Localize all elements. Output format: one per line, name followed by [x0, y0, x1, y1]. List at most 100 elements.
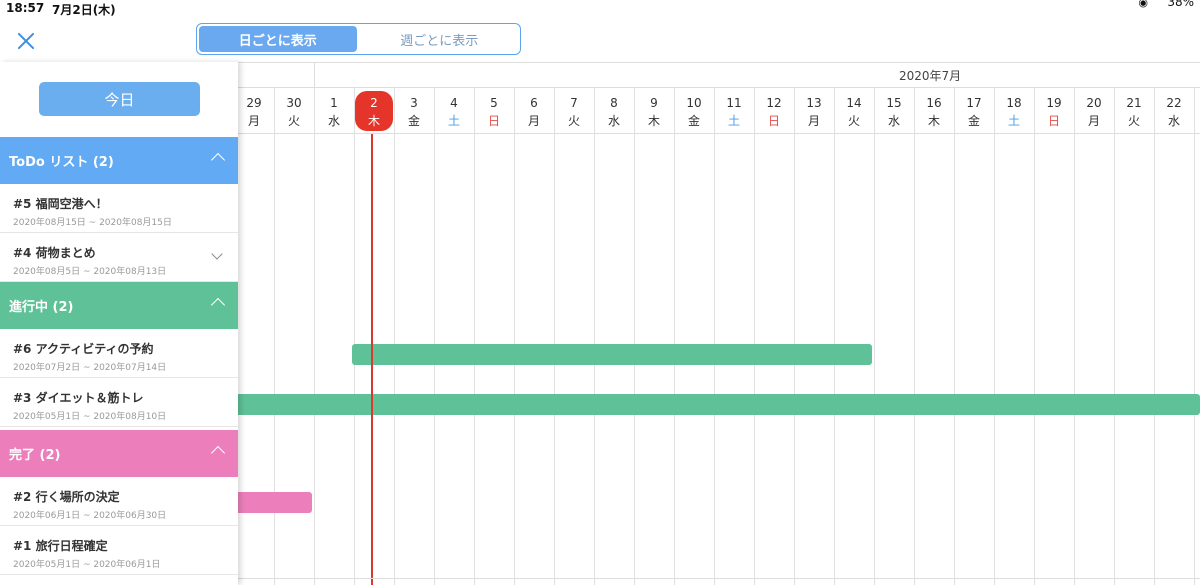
day-weekday: 木 [927, 114, 940, 128]
grid-column-line [394, 88, 395, 585]
day-number: 14 [846, 96, 862, 110]
task-bar-2[interactable] [234, 492, 312, 513]
grid-column-line [834, 88, 835, 585]
day-cell: 3金 [394, 88, 434, 134]
grid-column-line [914, 88, 915, 585]
group-header-in-progress[interactable]: 進行中 (2) [0, 282, 238, 329]
task-date-range: 2020年08月5日 ~ 2020年08月13日 [13, 267, 167, 277]
day-cell: 14 火 [834, 88, 874, 134]
grid-column-line [874, 88, 875, 585]
day-cell: 16 木 [914, 88, 954, 134]
task-bar-3[interactable] [234, 394, 1200, 415]
grid-column-line [674, 88, 675, 585]
day-cell: 19 日 [1034, 88, 1074, 134]
day-weekday: 日 [1047, 114, 1060, 128]
chevron-up-icon [210, 297, 226, 313]
day-weekday: 火 [287, 114, 300, 128]
segment-daily[interactable]: 日ごとに表示 [199, 26, 357, 52]
grid-column-line [1194, 88, 1195, 585]
grid-column-line [714, 88, 715, 585]
task-title: #2 行く場所の決定 [13, 490, 120, 504]
day-number: 13 [806, 96, 822, 110]
day-number: 20 [1086, 96, 1102, 110]
task-title: #3 ダイエット＆筋トレ [13, 391, 144, 405]
day-number: 15 [886, 96, 902, 110]
day-number: 6 [530, 96, 538, 110]
day-weekday: 火 [1127, 114, 1140, 128]
day-number: 9 [650, 96, 658, 110]
day-weekday: 土 [727, 114, 740, 128]
grid-column-line [954, 88, 955, 585]
day-cell: 8水 [594, 88, 634, 134]
task-sidebar: 今日 ToDo リスト (2) #5 福岡空港へ！ 2020年08月15日 ~ … [0, 62, 238, 585]
grid-column-line [434, 88, 435, 585]
grid-column-line [554, 88, 555, 585]
chevron-down-icon[interactable] [211, 248, 223, 260]
grid-column-line [634, 88, 635, 585]
day-weekday: 月 [1087, 114, 1100, 128]
day-cell: 30 火 [274, 88, 314, 134]
chevron-up-icon [210, 445, 226, 461]
group-header-done[interactable]: 完了 (2) [0, 430, 238, 477]
segment-weekly[interactable]: 週ごとに表示 [359, 24, 521, 54]
day-number: 3 [410, 96, 418, 110]
day-weekday: 木 [647, 114, 660, 128]
day-cell: 29 月 [234, 88, 274, 134]
task-bar-6[interactable] [352, 344, 872, 365]
grid-column-line [1074, 88, 1075, 585]
day-weekday: 水 [887, 114, 900, 128]
day-cell: 21 火 [1114, 88, 1154, 134]
grid-column-line [754, 88, 755, 585]
group-label-done: 完了 (2) [9, 448, 61, 463]
grid-column-line [314, 88, 315, 585]
day-cell: 7火 [554, 88, 594, 134]
today-button[interactable]: 今日 [39, 82, 200, 116]
chevron-up-icon [210, 152, 226, 168]
task-date-range: 2020年07月2日 ~ 2020年07月14日 [13, 363, 167, 373]
task-item-5[interactable]: #5 福岡空港へ！ 2020年08月15日 ~ 2020年08月15日 [0, 184, 238, 233]
day-number: 19 [1046, 96, 1062, 110]
group-header-todo[interactable]: ToDo リスト (2) [0, 137, 238, 184]
day-number: 2 [370, 96, 378, 110]
day-weekday: 水 [607, 114, 620, 128]
grid-column-line [594, 88, 595, 585]
grid-column-line [794, 88, 795, 585]
day-weekday: 木 [367, 114, 380, 128]
day-cell: 15 水 [874, 88, 914, 134]
close-icon[interactable] [14, 29, 38, 53]
task-date-range: 2020年05月1日 ~ 2020年06月1日 [13, 560, 161, 570]
task-item-3[interactable]: #3 ダイエット＆筋トレ 2020年05月1日 ~ 2020年08月10日 [0, 378, 238, 427]
day-number: 1 [330, 96, 338, 110]
day-cell: 11 土 [714, 88, 754, 134]
day-weekday: 月 [527, 114, 540, 128]
task-item-1[interactable]: #1 旅行日程確定 2020年05月1日 ~ 2020年06月1日 [0, 526, 238, 575]
task-date-range: 2020年08月15日 ~ 2020年08月15日 [13, 218, 172, 228]
day-cell: 17 金 [954, 88, 994, 134]
day-weekday: 月 [807, 114, 820, 128]
day-cell: 13 月 [794, 88, 834, 134]
grid-column-line [1114, 88, 1115, 585]
day-cell: 18 土 [994, 88, 1034, 134]
task-title: #1 旅行日程確定 [13, 539, 108, 553]
day-cell-today: 2木 [354, 88, 394, 134]
grid-column-line [474, 88, 475, 585]
task-item-4[interactable]: #4 荷物まとめ 2020年08月5日 ~ 2020年08月13日 [0, 233, 238, 282]
day-number: 18 [1006, 96, 1022, 110]
day-number: 21 [1126, 96, 1142, 110]
task-item-6[interactable]: #6 アクティビティの予約 2020年07月2日 ~ 2020年07月14日 [0, 329, 238, 378]
day-cell: 12 日 [754, 88, 794, 134]
month-separator [314, 63, 315, 89]
day-cell: 20 月 [1074, 88, 1114, 134]
day-weekday: 日 [487, 114, 500, 128]
day-cell: 6月 [514, 88, 554, 134]
day-number: 7 [570, 96, 578, 110]
task-title: #6 アクティビティの予約 [13, 342, 154, 356]
task-item-2[interactable]: #2 行く場所の決定 2020年06月1日 ~ 2020年06月30日 [0, 477, 238, 526]
task-date-range: 2020年06月1日 ~ 2020年06月30日 [13, 511, 167, 521]
group-label-todo: ToDo リスト (2) [9, 155, 114, 170]
day-number: 22 [1166, 96, 1182, 110]
day-weekday: 土 [1007, 114, 1020, 128]
grid-column-line [354, 88, 355, 585]
month-label: 2020年7月 [899, 69, 962, 83]
gantt-app: 18:57 7月2日(木) ◉ 38% 日ごとに表示 週ごとに表示 2020年7… [0, 0, 1200, 585]
